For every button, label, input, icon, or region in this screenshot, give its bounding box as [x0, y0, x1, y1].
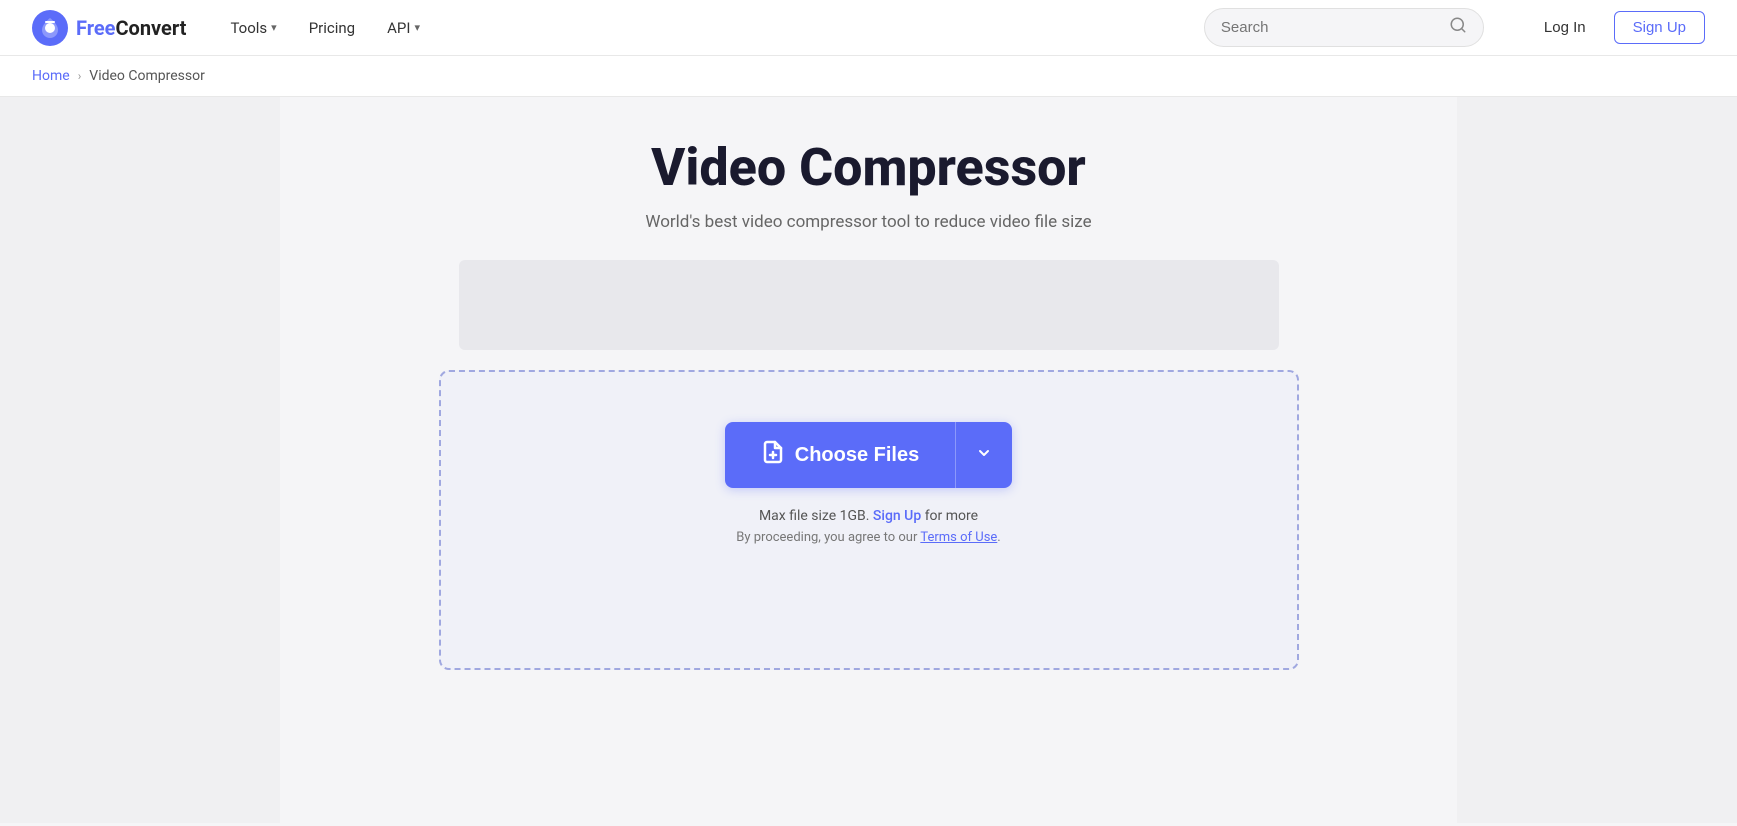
tools-chevron-icon: ▾ [271, 21, 277, 34]
nav-api[interactable]: API ▾ [375, 11, 432, 45]
nav-api-label: API [387, 19, 410, 37]
center-panel: Video Compressor World's best video comp… [280, 97, 1457, 823]
logo-text: FreeConvert [76, 16, 186, 40]
signup-button[interactable]: Sign Up [1614, 11, 1705, 44]
nav-pricing-label: Pricing [309, 19, 355, 37]
breadcrumb-separator: › [78, 69, 82, 83]
terms-suffix: . [997, 530, 1000, 545]
search-bar[interactable] [1204, 8, 1484, 47]
right-side-panel [1457, 97, 1737, 823]
nav-tools[interactable]: Tools ▾ [218, 11, 288, 45]
upload-info: Max file size 1GB. Sign Up for more [759, 508, 978, 524]
breadcrumb-current: Video Compressor [89, 68, 205, 84]
navbar: FreeConvert Tools ▾ Pricing API ▾ Log In… [0, 0, 1737, 56]
auth-buttons: Log In Sign Up [1532, 11, 1705, 44]
search-icon[interactable] [1449, 16, 1467, 39]
page-subtitle: World's best video compressor tool to re… [645, 212, 1091, 232]
signup-suffix: for more [921, 508, 978, 524]
terms-link[interactable]: Terms of Use [920, 530, 997, 545]
nav-tools-label: Tools [230, 19, 267, 37]
page-layout: Video Compressor World's best video comp… [0, 97, 1737, 823]
nav-pricing[interactable]: Pricing [297, 11, 367, 45]
choose-files-dropdown-button[interactable] [955, 422, 1012, 488]
api-chevron-icon: ▾ [414, 21, 420, 34]
choose-files-label: Choose Files [795, 444, 919, 467]
upload-dropzone[interactable]: Choose Files Max file size 1GB. Sign Up … [439, 370, 1299, 670]
ad-banner [459, 260, 1279, 350]
page-title: Video Compressor [651, 137, 1086, 198]
logo-icon [32, 10, 68, 46]
breadcrumb: Home › Video Compressor [0, 56, 1737, 97]
file-upload-icon [761, 440, 785, 470]
dropdown-chevron-icon [976, 445, 992, 466]
choose-files-button[interactable]: Choose Files [725, 422, 955, 488]
left-side-panel [0, 97, 280, 823]
nav-links: Tools ▾ Pricing API ▾ [218, 11, 1171, 45]
search-input[interactable] [1221, 19, 1441, 36]
upload-terms: By proceeding, you agree to our Terms of… [736, 530, 1000, 545]
signup-link[interactable]: Sign Up [873, 508, 921, 524]
choose-files-group: Choose Files [725, 422, 1012, 488]
max-size-text: Max file size 1GB. [759, 508, 870, 524]
breadcrumb-home-link[interactable]: Home [32, 68, 70, 84]
logo-link[interactable]: FreeConvert [32, 10, 186, 46]
login-button[interactable]: Log In [1532, 11, 1598, 44]
terms-prefix: By proceeding, you agree to our [736, 530, 920, 545]
